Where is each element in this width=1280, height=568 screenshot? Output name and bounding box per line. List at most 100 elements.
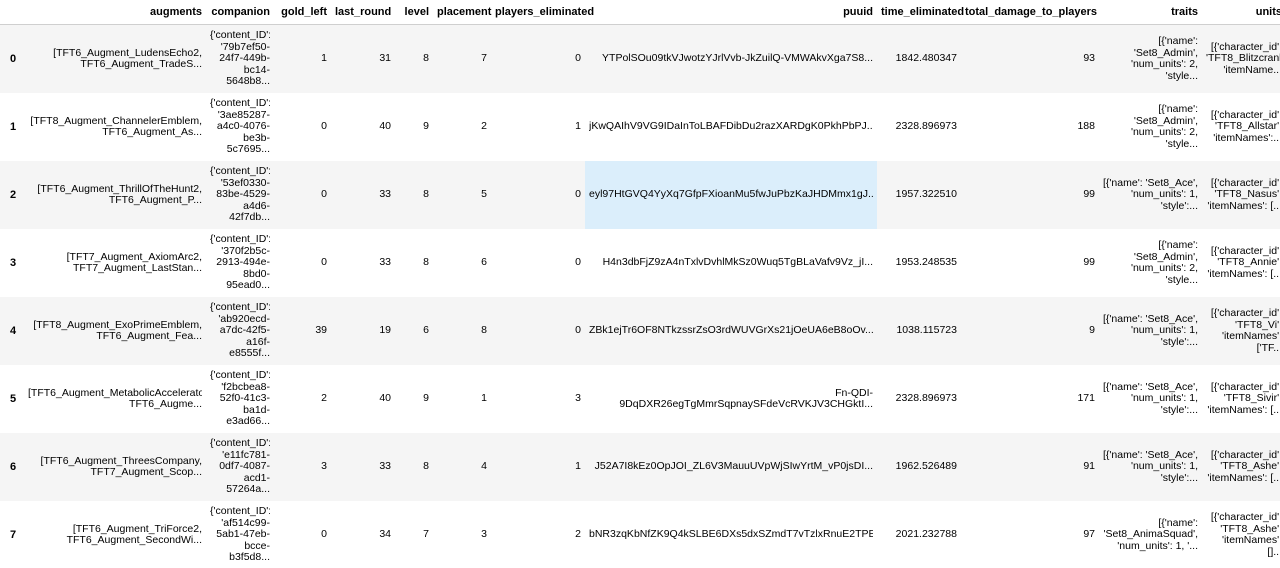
puuid-cell[interactable]: eyl97HtGVQ4YyXq7GfpFXioanMu5fwJuPbzKaJHD… <box>585 161 877 229</box>
augments-cell[interactable]: [TFT8_Augment_ExoPrimeEmblem, TFT6_Augme… <box>24 297 206 365</box>
level-cell[interactable]: 7 <box>395 501 433 568</box>
units-cell[interactable]: [{'character_id': 'TFT8_Vi', 'itemNames'… <box>1202 297 1280 365</box>
time-eliminated-cell[interactable]: 1842.480347 <box>877 24 961 93</box>
row-index[interactable]: 2 <box>0 161 24 229</box>
row-index[interactable]: 4 <box>0 297 24 365</box>
total-damage-cell[interactable]: 91 <box>961 433 1099 501</box>
level-cell[interactable]: 8 <box>395 24 433 93</box>
traits-cell[interactable]: [{'name': 'Set8_Ace', 'num_units': 1, 's… <box>1099 297 1202 365</box>
companion-cell[interactable]: {'content_ID': 'af514c99-5ab1-47eb-bcce-… <box>206 501 274 568</box>
units-cell[interactable]: [{'character_id': 'TFT8_Ashe', 'itemName… <box>1202 433 1280 501</box>
puuid-cell[interactable]: bNR3zqKbNfZK9Q4kSLBE6DXs5dxSZmdT7vTzlxRn… <box>585 501 877 568</box>
traits-cell[interactable]: [{'name': 'Set8_Admin', 'num_units': 2, … <box>1099 93 1202 161</box>
total-damage-cell[interactable]: 99 <box>961 229 1099 297</box>
players-eliminated-cell[interactable]: 0 <box>491 297 585 365</box>
companion-cell[interactable]: {'content_ID': 'ab920ecd-a7dc-42f5-a16f-… <box>206 297 274 365</box>
augments-cell[interactable]: [TFT6_Augment_ThreesCompany, TFT7_Augmen… <box>24 433 206 501</box>
last-round-cell[interactable]: 33 <box>331 433 395 501</box>
gold-left-cell[interactable]: 0 <box>274 501 331 568</box>
puuid-cell[interactable]: ZBk1ejTr6OF8NTkzssrZsO3rdWUVGrXs21jOeUA6… <box>585 297 877 365</box>
time-eliminated-cell[interactable]: 1962.526489 <box>877 433 961 501</box>
row-index[interactable]: 6 <box>0 433 24 501</box>
level-cell[interactable]: 6 <box>395 297 433 365</box>
players-eliminated-cell[interactable]: 2 <box>491 501 585 568</box>
companion-cell[interactable]: {'content_ID': '370f2b5c-2913-494e-8bd0-… <box>206 229 274 297</box>
companion-cell[interactable]: {'content_ID': '53ef0330-83be-4529-a4d6-… <box>206 161 274 229</box>
traits-cell[interactable]: [{'name': 'Set8_Admin', 'num_units': 2, … <box>1099 229 1202 297</box>
row-index[interactable]: 7 <box>0 501 24 568</box>
augments-cell[interactable]: [TFT8_Augment_ChannelerEmblem, TFT6_Augm… <box>24 93 206 161</box>
row-index[interactable]: 5 <box>0 365 24 433</box>
time-eliminated-cell[interactable]: 1953.248535 <box>877 229 961 297</box>
units-cell[interactable]: [{'character_id': 'TFT8_Nasus', 'itemNam… <box>1202 161 1280 229</box>
players-eliminated-cell[interactable]: 0 <box>491 24 585 93</box>
puuid-cell[interactable]: H4n3dbFjZ9zA4nTxlvDvhlMkSz0Wuq5TgBLaVafv… <box>585 229 877 297</box>
last-round-cell[interactable]: 33 <box>331 161 395 229</box>
total-damage-cell[interactable]: 97 <box>961 501 1099 568</box>
augments-cell[interactable]: [TFT6_Augment_TriForce2, TFT6_Augment_Se… <box>24 501 206 568</box>
traits-cell[interactable]: [{'name': 'Set8_Ace', 'num_units': 1, 's… <box>1099 365 1202 433</box>
players-eliminated-cell[interactable]: 1 <box>491 93 585 161</box>
companion-cell[interactable]: {'content_ID': '3ae85287-a4c0-4076-be3b-… <box>206 93 274 161</box>
gold-left-cell[interactable]: 39 <box>274 297 331 365</box>
row-index[interactable]: 1 <box>0 93 24 161</box>
placement-cell[interactable]: 2 <box>433 93 491 161</box>
companion-cell[interactable]: {'content_ID': '79b7ef50-24f7-449b-bc14-… <box>206 24 274 93</box>
total-damage-cell[interactable]: 99 <box>961 161 1099 229</box>
gold-left-cell[interactable]: 0 <box>274 93 331 161</box>
units-cell[interactable]: [{'character_id': 'TFT8_Ashe', 'itemName… <box>1202 501 1280 568</box>
last-round-cell[interactable]: 34 <box>331 501 395 568</box>
augments-cell[interactable]: [TFT6_Augment_LudensEcho2, TFT6_Augment_… <box>24 24 206 93</box>
traits-cell[interactable]: [{'name': 'Set8_AnimaSquad', 'num_units'… <box>1099 501 1202 568</box>
total-damage-cell[interactable]: 93 <box>961 24 1099 93</box>
time-eliminated-cell[interactable]: 1038.115723 <box>877 297 961 365</box>
players-eliminated-cell[interactable]: 0 <box>491 229 585 297</box>
units-cell[interactable]: [{'character_id': 'TFT8_Annie', 'itemNam… <box>1202 229 1280 297</box>
placement-cell[interactable]: 1 <box>433 365 491 433</box>
row-index[interactable]: 0 <box>0 24 24 93</box>
players-eliminated-cell[interactable]: 1 <box>491 433 585 501</box>
total-damage-cell[interactable]: 188 <box>961 93 1099 161</box>
players-eliminated-cell[interactable]: 0 <box>491 161 585 229</box>
puuid-cell[interactable]: YTPolSOu09tkVJwotzYJrlVvb-JkZuilQ-VMWAkv… <box>585 24 877 93</box>
units-cell[interactable]: [{'character_id': 'TFT8_Sivir', 'itemNam… <box>1202 365 1280 433</box>
traits-cell[interactable]: [{'name': 'Set8_Ace', 'num_units': 1, 's… <box>1099 433 1202 501</box>
row-index[interactable]: 3 <box>0 229 24 297</box>
companion-cell[interactable]: {'content_ID': 'e11fc781-0df7-4087-acd1-… <box>206 433 274 501</box>
level-cell[interactable]: 9 <box>395 93 433 161</box>
units-cell[interactable]: [{'character_id': 'TFT8_Allstar', 'itemN… <box>1202 93 1280 161</box>
gold-left-cell[interactable]: 3 <box>274 433 331 501</box>
last-round-cell[interactable]: 40 <box>331 93 395 161</box>
time-eliminated-cell[interactable]: 2021.232788 <box>877 501 961 568</box>
traits-cell[interactable]: [{'name': 'Set8_Admin', 'num_units': 2, … <box>1099 24 1202 93</box>
puuid-cell[interactable]: J52A7I8kEz0OpJOI_ZL6V3MauuUVpWjSIwYrtM_v… <box>585 433 877 501</box>
last-round-cell[interactable]: 19 <box>331 297 395 365</box>
gold-left-cell[interactable]: 1 <box>274 24 331 93</box>
level-cell[interactable]: 8 <box>395 229 433 297</box>
placement-cell[interactable]: 7 <box>433 24 491 93</box>
last-round-cell[interactable]: 40 <box>331 365 395 433</box>
placement-cell[interactable]: 4 <box>433 433 491 501</box>
placement-cell[interactable]: 6 <box>433 229 491 297</box>
last-round-cell[interactable]: 33 <box>331 229 395 297</box>
level-cell[interactable]: 8 <box>395 161 433 229</box>
units-cell[interactable]: [{'character_id': 'TFT8_Blitzcrank', 'it… <box>1202 24 1280 93</box>
augments-cell[interactable]: [TFT7_Augment_AxiomArc2, TFT7_Augment_La… <box>24 229 206 297</box>
level-cell[interactable]: 8 <box>395 433 433 501</box>
time-eliminated-cell[interactable]: 2328.896973 <box>877 365 961 433</box>
augments-cell[interactable]: [TFT6_Augment_ThrillOfTheHunt2, TFT6_Aug… <box>24 161 206 229</box>
placement-cell[interactable]: 3 <box>433 501 491 568</box>
gold-left-cell[interactable]: 2 <box>274 365 331 433</box>
time-eliminated-cell[interactable]: 2328.896973 <box>877 93 961 161</box>
gold-left-cell[interactable]: 0 <box>274 161 331 229</box>
total-damage-cell[interactable]: 171 <box>961 365 1099 433</box>
level-cell[interactable]: 9 <box>395 365 433 433</box>
traits-cell[interactable]: [{'name': 'Set8_Ace', 'num_units': 1, 's… <box>1099 161 1202 229</box>
placement-cell[interactable]: 8 <box>433 297 491 365</box>
puuid-cell[interactable]: Fn-QDI-9DqDXR26egTgMmrSqpnaySFdeVcRVKJV3… <box>585 365 877 433</box>
augments-cell[interactable]: [TFT6_Augment_MetabolicAccelerator, TFT6… <box>24 365 206 433</box>
last-round-cell[interactable]: 31 <box>331 24 395 93</box>
companion-cell[interactable]: {'content_ID': 'f2bcbea8-52f0-41c3-ba1d-… <box>206 365 274 433</box>
players-eliminated-cell[interactable]: 3 <box>491 365 585 433</box>
total-damage-cell[interactable]: 9 <box>961 297 1099 365</box>
